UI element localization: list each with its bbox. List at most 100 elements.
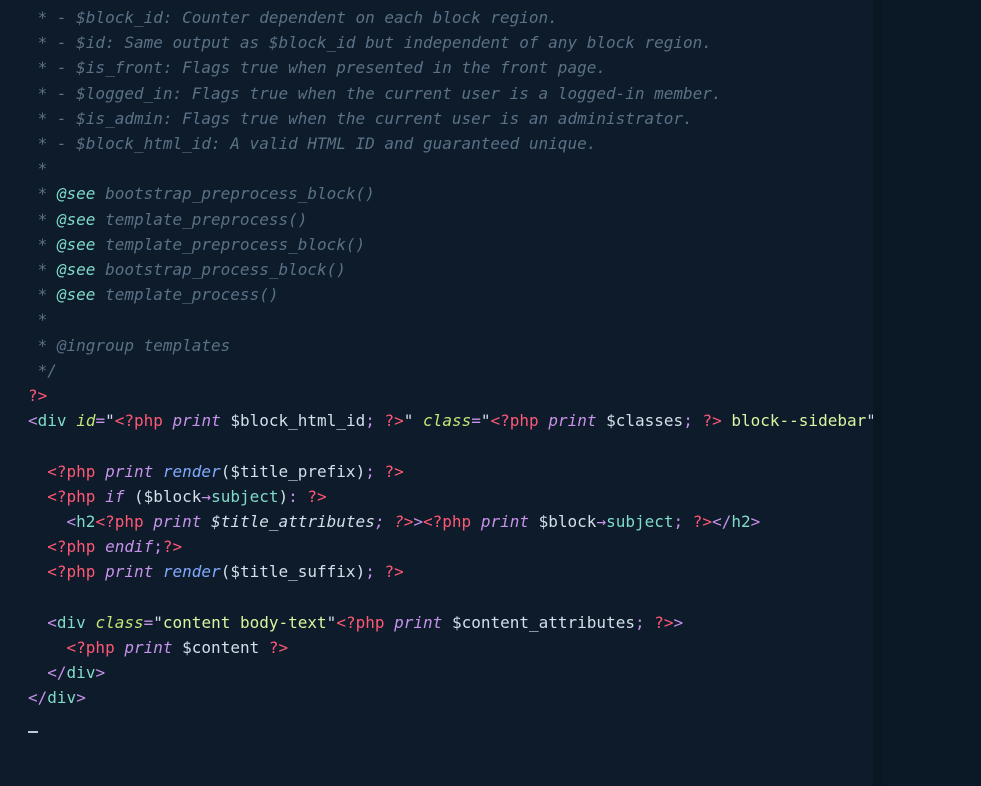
php-close: ?>	[654, 613, 673, 632]
attr-class: class	[423, 411, 471, 430]
php-close: ?>	[384, 462, 403, 481]
tag-open-bracket: <	[28, 411, 38, 430]
see-prefix: *	[28, 184, 57, 203]
php-open: <?php	[47, 487, 95, 506]
see-target: bootstrap_preprocess_block()	[95, 184, 374, 203]
php-close: ?>	[269, 638, 288, 657]
semicolon: ;	[365, 462, 375, 481]
quote: "	[153, 613, 163, 632]
doc-tag-see: @see	[57, 235, 96, 254]
php-open: <?php	[423, 512, 471, 531]
comment-line: *	[28, 159, 47, 178]
equals: =	[144, 613, 154, 632]
see-target: template_process()	[95, 285, 278, 304]
php-open: <?php	[67, 638, 115, 657]
arrow-operator: →	[201, 487, 211, 506]
lparen: (	[221, 462, 231, 481]
equals: =	[95, 411, 105, 430]
quote: "	[404, 411, 414, 430]
php-close: ?>	[702, 411, 721, 430]
tag-slash: /	[722, 512, 732, 531]
doc-tag-see: @see	[57, 210, 96, 229]
comment-line: * @ingroup templates	[28, 336, 230, 355]
php-close: ?>	[693, 512, 712, 531]
semicolon: ;	[365, 411, 375, 430]
tag-open-bracket: <	[28, 688, 38, 707]
quote: "	[105, 411, 115, 430]
semicolon: ;	[635, 613, 645, 632]
see-prefix: *	[28, 285, 57, 304]
comment-line: * - $block_html_id: A valid HTML ID and …	[28, 134, 596, 153]
see-prefix: *	[28, 235, 57, 254]
see-prefix: *	[28, 260, 57, 279]
php-open: <?php	[115, 411, 163, 430]
tag-h2: h2	[76, 512, 95, 531]
attr-id: id	[76, 411, 95, 430]
string-block-sidebar: block--sidebar	[722, 411, 867, 430]
php-close: ?>	[384, 562, 403, 581]
php-open: <?php	[95, 512, 143, 531]
keyword-endif: endif	[105, 537, 153, 556]
comment-line: * - $is_admin: Flags true when the curre…	[28, 109, 693, 128]
see-target: template_preprocess_block()	[95, 235, 365, 254]
equals: =	[471, 411, 481, 430]
func-render: render	[163, 462, 221, 481]
doc-tag-see: @see	[57, 285, 96, 304]
tag-slash: /	[38, 688, 48, 707]
text-cursor	[28, 731, 38, 733]
semicolon: ;	[153, 537, 163, 556]
var-block-html-id: $block_html_id	[230, 411, 365, 430]
var-title-suffix: $title_suffix	[230, 562, 355, 581]
php-close-tag: ?>	[28, 386, 47, 405]
semicolon: ;	[365, 562, 375, 581]
minimap-panel[interactable]	[883, 0, 981, 786]
php-close: ?>	[385, 411, 404, 430]
space	[67, 411, 77, 430]
tag-open-bracket: <	[47, 613, 57, 632]
code-editor[interactable]: * - $block_id: Counter dependent on each…	[0, 0, 873, 786]
lparen: (	[221, 562, 231, 581]
colon: :	[288, 487, 298, 506]
comment-line: *	[28, 310, 47, 329]
tag-close-bracket: >	[95, 663, 105, 682]
tag-close-bracket: >	[413, 512, 423, 531]
comment-line: * - $id: Same output as $block_id but in…	[28, 33, 712, 52]
var-title-attributes: $title_attributes	[211, 512, 375, 531]
keyword-if: if	[105, 487, 124, 506]
rparen: )	[279, 487, 289, 506]
rparen: )	[356, 562, 366, 581]
keyword-print: print	[481, 512, 529, 531]
var-content-attributes: $content_attributes	[452, 613, 635, 632]
func-render: render	[163, 562, 221, 581]
php-open: <?php	[47, 462, 95, 481]
prop-subject: subject	[606, 512, 673, 531]
tag-div: div	[67, 663, 96, 682]
tag-close-bracket: >	[76, 688, 86, 707]
tag-close-bracket: >	[674, 613, 684, 632]
tag-close-bracket: >	[751, 512, 761, 531]
keyword-print: print	[105, 562, 153, 581]
string-content-body: content body-text	[163, 613, 327, 632]
keyword-print: print	[124, 638, 172, 657]
see-target: template_preprocess()	[95, 210, 307, 229]
php-open: <?php	[47, 562, 95, 581]
semicolon: ;	[683, 411, 693, 430]
php-open: <?php	[491, 411, 539, 430]
php-open: <?php	[47, 537, 95, 556]
keyword-print: print	[394, 613, 442, 632]
comment-line: * - $logged_in: Flags true when the curr…	[28, 84, 722, 103]
tag-open-bracket: <	[47, 663, 57, 682]
keyword-print: print	[105, 462, 153, 481]
tag-div: div	[47, 688, 76, 707]
attr-class: class	[95, 613, 143, 632]
editor-gutter	[873, 0, 883, 786]
tag-div: div	[57, 613, 86, 632]
lparen: (	[134, 487, 144, 506]
semicolon: ;	[674, 512, 684, 531]
comment-line: * - $is_front: Flags true when presented…	[28, 58, 606, 77]
tag-open-bracket: <	[712, 512, 722, 531]
php-close: ?>	[394, 512, 413, 531]
prop-subject: subject	[211, 487, 278, 506]
keyword-print: print	[548, 411, 596, 430]
keyword-print: print	[173, 411, 221, 430]
